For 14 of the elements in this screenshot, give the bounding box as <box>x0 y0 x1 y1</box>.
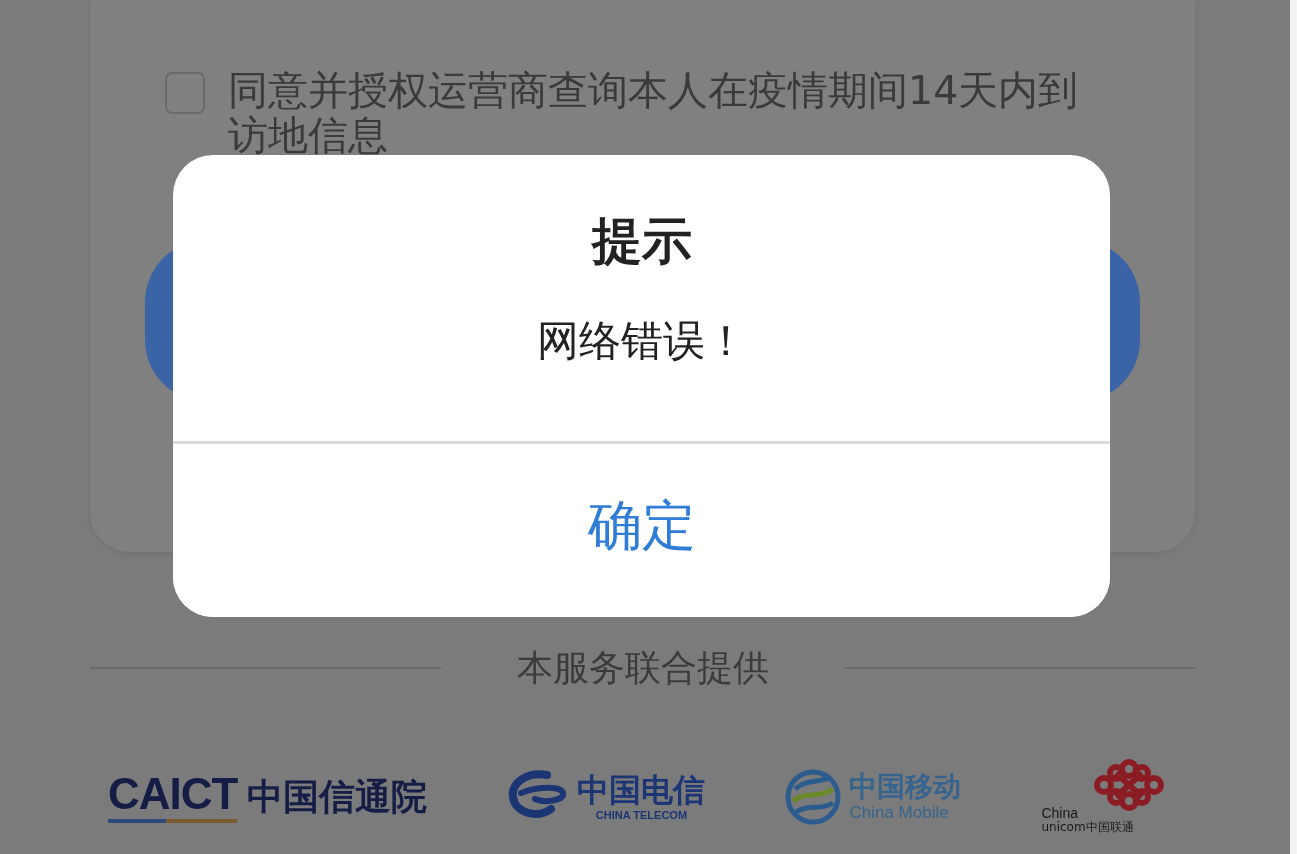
logo-name: unicom中国联通 <box>1041 820 1134 835</box>
logo-subtitle: China <box>1041 806 1079 820</box>
logo-subtitle: China Mobile <box>849 803 950 823</box>
globe-logo-icon <box>785 769 842 825</box>
dialog-message: 网络错误！ <box>536 315 747 367</box>
consent-text: 同意并授权运营商查询本人在疫情期间14天内到访地信息 <box>228 68 1080 158</box>
logo-name: 中国移动 <box>849 771 962 803</box>
logo-name: 中国电信 <box>577 772 706 808</box>
logo-name: 中国信通院 <box>247 775 428 819</box>
logo-subtitle: CHINA TELECOM <box>595 808 688 822</box>
partners-caption: 本服务联合提供 <box>516 646 769 690</box>
knot-logo-icon <box>1093 759 1164 811</box>
dialog-title: 提示 <box>591 211 692 271</box>
logo-wordmark: CAICT <box>108 771 238 823</box>
